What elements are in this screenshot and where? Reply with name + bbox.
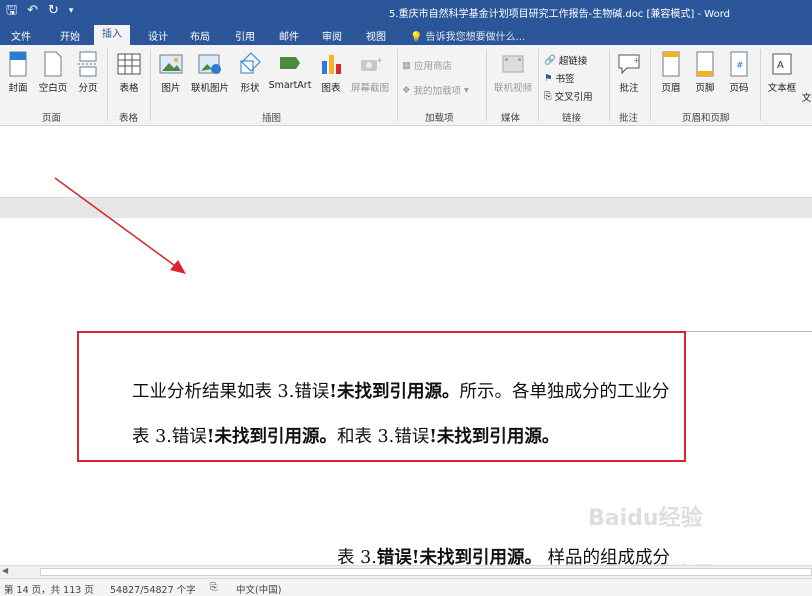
scrollbar-thumb[interactable] [40, 568, 812, 576]
page-count[interactable]: 第 14 页，共 113 页 [4, 582, 94, 596]
proofing-icon[interactable]: ⎘ [210, 582, 218, 593]
status-bar: 第 14 页，共 113 页 54827/54827 个字 ⎘ 中文(中国) [0, 578, 812, 596]
word-count[interactable]: 54827/54827 个字 [110, 582, 196, 596]
highlight-box [77, 331, 686, 462]
horizontal-scrollbar[interactable]: ◀ [0, 565, 812, 578]
watermark-logo: Baidu经验 [588, 506, 703, 531]
scroll-left-icon[interactable]: ◀ [2, 566, 8, 575]
language-status[interactable]: 中文(中国) [236, 582, 281, 596]
